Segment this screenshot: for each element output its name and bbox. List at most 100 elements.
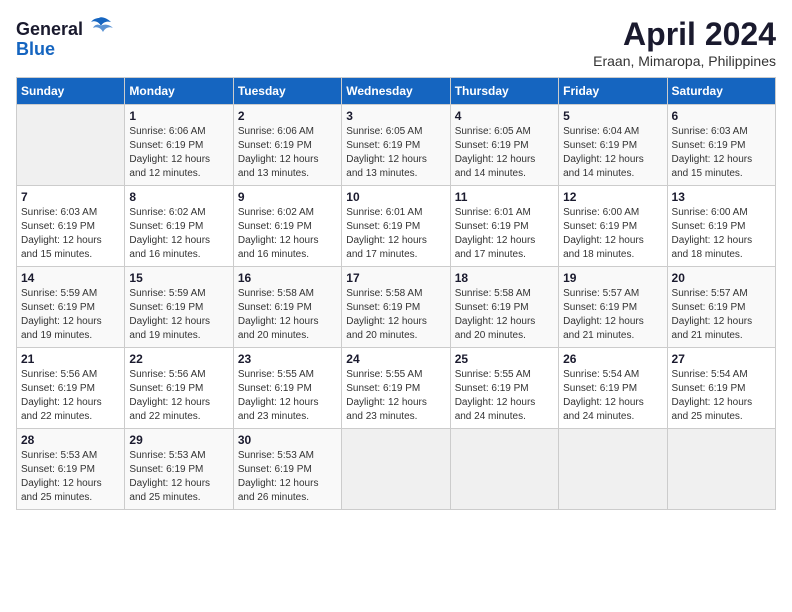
month-title: April 2024 [593, 16, 776, 53]
day-info: Sunrise: 6:04 AM Sunset: 6:19 PM Dayligh… [563, 125, 662, 181]
calendar-cell: 27 Sunrise: 5:54 AM Sunset: 6:19 PM Dayli… [667, 348, 775, 429]
day-info: Sunrise: 5:56 AM Sunset: 6:19 PM Dayligh… [21, 368, 120, 424]
day-number: 5 [563, 109, 662, 123]
day-info: Sunrise: 5:55 AM Sunset: 6:19 PM Dayligh… [455, 368, 554, 424]
day-info: Sunrise: 6:05 AM Sunset: 6:19 PM Dayligh… [455, 125, 554, 181]
day-number: 18 [455, 271, 554, 285]
calendar-cell [450, 429, 558, 510]
day-number: 24 [346, 352, 445, 366]
calendar-cell: 15 Sunrise: 5:59 AM Sunset: 6:19 PM Dayli… [125, 267, 233, 348]
day-number: 7 [21, 190, 120, 204]
day-number: 16 [238, 271, 337, 285]
day-info: Sunrise: 5:58 AM Sunset: 6:19 PM Dayligh… [455, 287, 554, 343]
calendar-cell [559, 429, 667, 510]
calendar-cell [342, 429, 450, 510]
header-cell-sunday: Sunday [17, 78, 125, 105]
day-info: Sunrise: 6:03 AM Sunset: 6:19 PM Dayligh… [21, 206, 120, 262]
day-info: Sunrise: 5:53 AM Sunset: 6:19 PM Dayligh… [21, 449, 120, 505]
location-subtitle: Eraan, Mimaropa, Philippines [593, 53, 776, 69]
day-number: 10 [346, 190, 445, 204]
day-number: 21 [21, 352, 120, 366]
calendar-table: SundayMondayTuesdayWednesdayThursdayFrid… [16, 77, 776, 510]
day-number: 17 [346, 271, 445, 285]
day-number: 15 [129, 271, 228, 285]
day-info: Sunrise: 6:06 AM Sunset: 6:19 PM Dayligh… [238, 125, 337, 181]
day-info: Sunrise: 5:59 AM Sunset: 6:19 PM Dayligh… [129, 287, 228, 343]
header-cell-friday: Friday [559, 78, 667, 105]
calendar-cell: 14 Sunrise: 5:59 AM Sunset: 6:19 PM Dayli… [17, 267, 125, 348]
day-info: Sunrise: 5:53 AM Sunset: 6:19 PM Dayligh… [129, 449, 228, 505]
calendar-cell: 2Sunrise: 6:06 AM Sunset: 6:19 PM Daylig… [233, 105, 341, 186]
day-number: 29 [129, 433, 228, 447]
header-cell-monday: Monday [125, 78, 233, 105]
logo-bird-icon [85, 16, 113, 38]
calendar-cell: 18 Sunrise: 5:58 AM Sunset: 6:19 PM Dayli… [450, 267, 558, 348]
day-number: 4 [455, 109, 554, 123]
header-row: SundayMondayTuesdayWednesdayThursdayFrid… [17, 78, 776, 105]
day-info: Sunrise: 6:00 AM Sunset: 6:19 PM Dayligh… [563, 206, 662, 262]
day-number: 1 [129, 109, 228, 123]
day-info: Sunrise: 5:54 AM Sunset: 6:19 PM Dayligh… [672, 368, 771, 424]
logo-general-text: General [16, 19, 83, 40]
week-row-1: 7 Sunrise: 6:03 AM Sunset: 6:19 PM Daylig… [17, 186, 776, 267]
header-cell-thursday: Thursday [450, 78, 558, 105]
header-cell-saturday: Saturday [667, 78, 775, 105]
day-info: Sunrise: 6:02 AM Sunset: 6:19 PM Dayligh… [238, 206, 337, 262]
calendar-cell: 21 Sunrise: 5:56 AM Sunset: 6:19 PM Dayli… [17, 348, 125, 429]
calendar-cell: 19Sunrise: 5:57 AM Sunset: 6:19 PM Dayli… [559, 267, 667, 348]
logo: General Blue [16, 16, 113, 60]
calendar-header: SundayMondayTuesdayWednesdayThursdayFrid… [17, 78, 776, 105]
day-number: 28 [21, 433, 120, 447]
calendar-cell: 28 Sunrise: 5:53 AM Sunset: 6:19 PM Dayli… [17, 429, 125, 510]
day-info: Sunrise: 5:58 AM Sunset: 6:19 PM Dayligh… [238, 287, 337, 343]
day-number: 26 [563, 352, 662, 366]
day-info: Sunrise: 5:58 AM Sunset: 6:19 PM Dayligh… [346, 287, 445, 343]
calendar-cell: 26 Sunrise: 5:54 AM Sunset: 6:19 PM Dayli… [559, 348, 667, 429]
day-number: 27 [672, 352, 771, 366]
day-info: Sunrise: 5:54 AM Sunset: 6:19 PM Dayligh… [563, 368, 662, 424]
day-number: 12 [563, 190, 662, 204]
day-number: 23 [238, 352, 337, 366]
header: General Blue April 2024 Eraan, Mimaropa,… [16, 16, 776, 69]
calendar-cell: 17 Sunrise: 5:58 AM Sunset: 6:19 PM Dayli… [342, 267, 450, 348]
day-info: Sunrise: 6:01 AM Sunset: 6:19 PM Dayligh… [346, 206, 445, 262]
header-cell-wednesday: Wednesday [342, 78, 450, 105]
calendar-cell: 7 Sunrise: 6:03 AM Sunset: 6:19 PM Daylig… [17, 186, 125, 267]
day-info: Sunrise: 5:53 AM Sunset: 6:19 PM Dayligh… [238, 449, 337, 505]
day-info: Sunrise: 6:02 AM Sunset: 6:19 PM Dayligh… [129, 206, 228, 262]
calendar-cell: 6 Sunrise: 6:03 AM Sunset: 6:19 PM Daylig… [667, 105, 775, 186]
week-row-4: 28 Sunrise: 5:53 AM Sunset: 6:19 PM Dayli… [17, 429, 776, 510]
day-number: 9 [238, 190, 337, 204]
day-info: Sunrise: 5:57 AM Sunset: 6:19 PM Dayligh… [563, 287, 662, 343]
week-row-0: 1 Sunrise: 6:06 AM Sunset: 6:19 PM Daylig… [17, 105, 776, 186]
day-info: Sunrise: 5:55 AM Sunset: 6:19 PM Dayligh… [346, 368, 445, 424]
day-info: Sunrise: 6:05 AM Sunset: 6:19 PM Dayligh… [346, 125, 445, 181]
calendar-cell: 30 Sunrise: 5:53 AM Sunset: 6:19 PM Dayli… [233, 429, 341, 510]
logo-blue-text: Blue [16, 39, 55, 60]
day-info: Sunrise: 5:56 AM Sunset: 6:19 PM Dayligh… [129, 368, 228, 424]
calendar-cell: 12 Sunrise: 6:00 AM Sunset: 6:19 PM Dayli… [559, 186, 667, 267]
day-info: Sunrise: 6:01 AM Sunset: 6:19 PM Dayligh… [455, 206, 554, 262]
title-area: April 2024 Eraan, Mimaropa, Philippines [593, 16, 776, 69]
calendar-cell: 23Sunrise: 5:55 AM Sunset: 6:19 PM Dayli… [233, 348, 341, 429]
calendar-cell: 25Sunrise: 5:55 AM Sunset: 6:19 PM Dayli… [450, 348, 558, 429]
day-info: Sunrise: 6:03 AM Sunset: 6:19 PM Dayligh… [672, 125, 771, 181]
calendar-cell: 3Sunrise: 6:05 AM Sunset: 6:19 PM Daylig… [342, 105, 450, 186]
calendar-cell: 24 Sunrise: 5:55 AM Sunset: 6:19 PM Dayli… [342, 348, 450, 429]
day-number: 22 [129, 352, 228, 366]
day-number: 30 [238, 433, 337, 447]
calendar-cell [667, 429, 775, 510]
calendar-cell: 8Sunrise: 6:02 AM Sunset: 6:19 PM Daylig… [125, 186, 233, 267]
calendar-cell: 10 Sunrise: 6:01 AM Sunset: 6:19 PM Dayli… [342, 186, 450, 267]
calendar-cell: 16 Sunrise: 5:58 AM Sunset: 6:19 PM Dayli… [233, 267, 341, 348]
day-number: 14 [21, 271, 120, 285]
calendar-cell: 9 Sunrise: 6:02 AM Sunset: 6:19 PM Daylig… [233, 186, 341, 267]
day-number: 13 [672, 190, 771, 204]
day-info: Sunrise: 5:59 AM Sunset: 6:19 PM Dayligh… [21, 287, 120, 343]
day-info: Sunrise: 6:06 AM Sunset: 6:19 PM Dayligh… [129, 125, 228, 181]
header-cell-tuesday: Tuesday [233, 78, 341, 105]
calendar-cell: 29 Sunrise: 5:53 AM Sunset: 6:19 PM Dayli… [125, 429, 233, 510]
week-row-2: 14 Sunrise: 5:59 AM Sunset: 6:19 PM Dayli… [17, 267, 776, 348]
day-number: 6 [672, 109, 771, 123]
calendar-cell: 1 Sunrise: 6:06 AM Sunset: 6:19 PM Daylig… [125, 105, 233, 186]
